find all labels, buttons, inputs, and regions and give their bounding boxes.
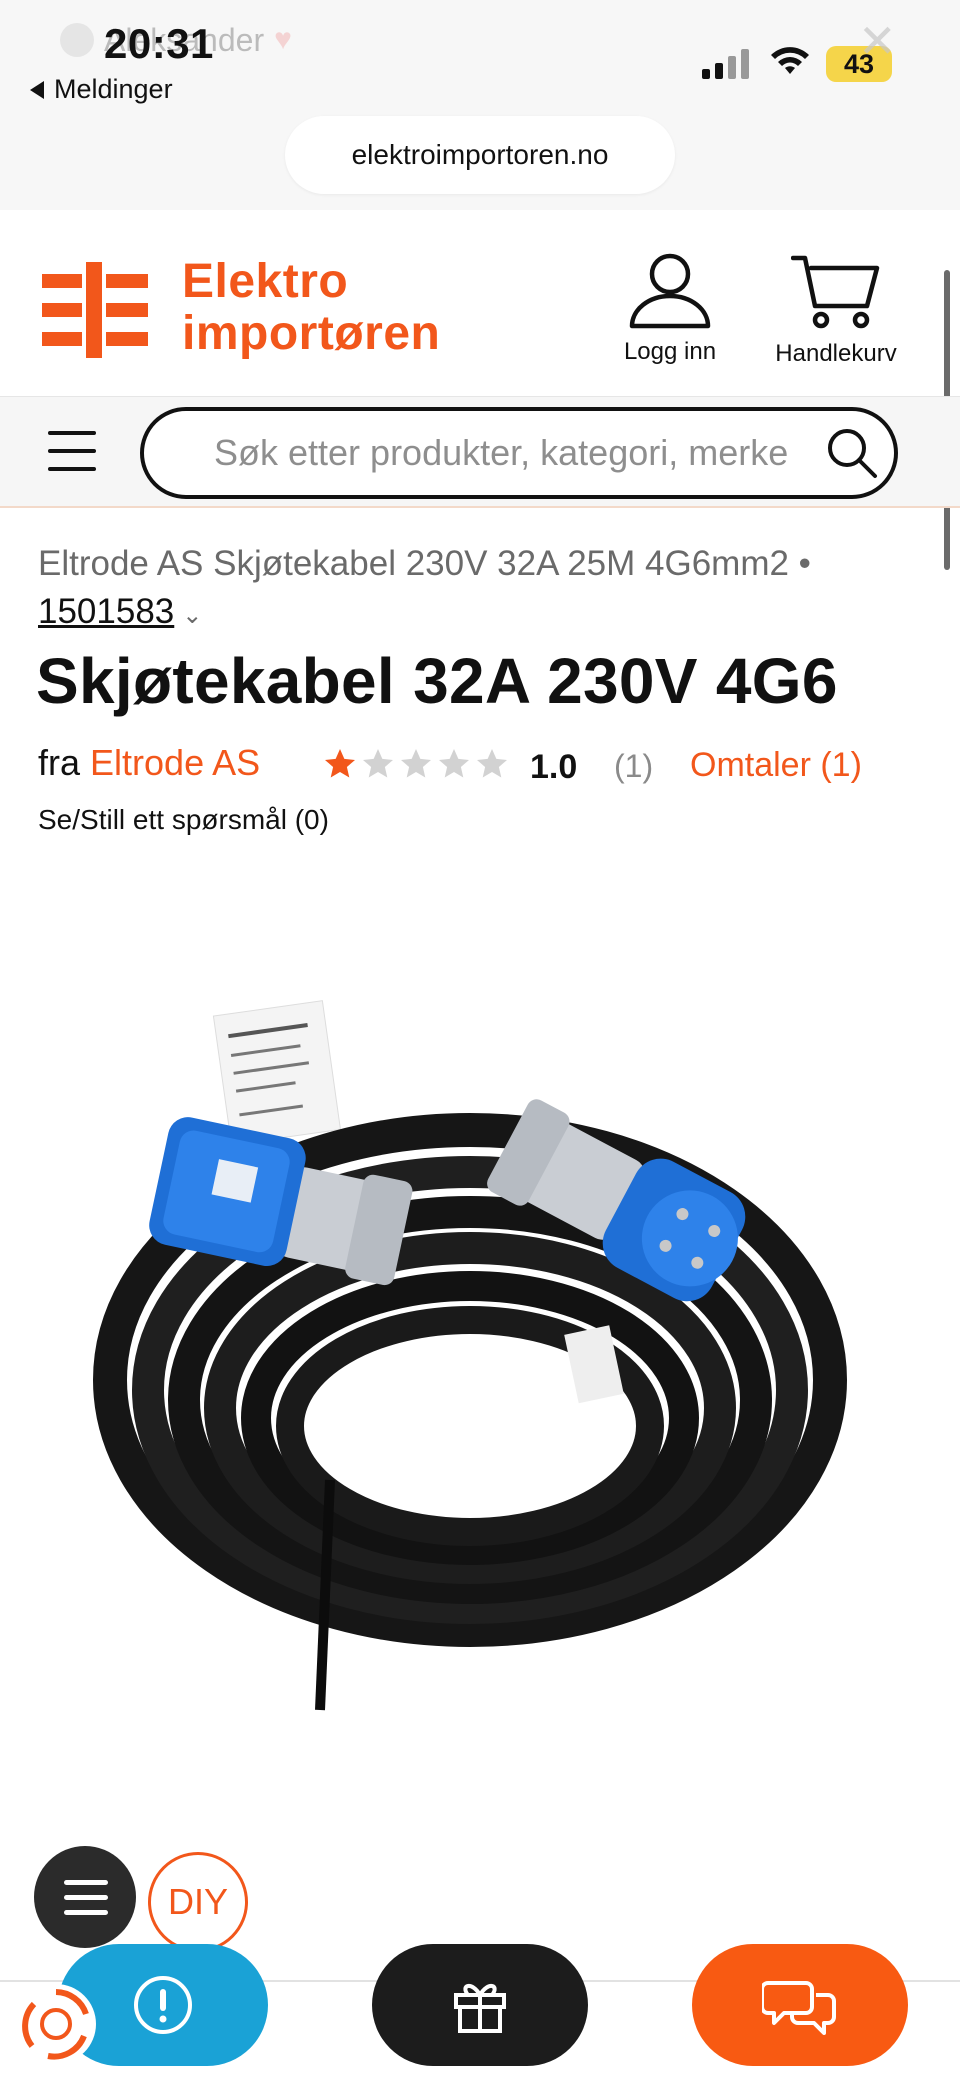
floating-menu-button[interactable] xyxy=(34,1846,136,1948)
cart-label: Handlekurv xyxy=(775,340,897,367)
back-arrow-icon xyxy=(30,80,44,99)
clock: 20:31 xyxy=(104,20,214,67)
breadcrumb-text: Eltrode AS Skjøtekabel 230V 32A 25M 4G6m… xyxy=(38,544,811,583)
recycle-icon[interactable] xyxy=(12,1980,100,2068)
chevron-down-icon[interactable]: ⌄ xyxy=(182,592,202,640)
star-icon xyxy=(325,749,355,778)
search-row: Søk etter produkter, kategori, merke xyxy=(0,396,960,508)
search-placeholder: Søk etter produkter, kategori, merke xyxy=(214,432,789,473)
star-icon xyxy=(363,749,393,778)
login-label: Logg inn xyxy=(623,338,717,365)
url-pill[interactable]: elektroimportoren.no xyxy=(285,116,675,194)
cellular-signal-icon xyxy=(702,45,749,79)
diy-button[interactable]: DIY xyxy=(148,1852,248,1952)
hamburger-icon[interactable] xyxy=(48,431,96,473)
rating-count: (1) xyxy=(614,748,654,784)
notification-avatar xyxy=(60,23,94,57)
wifi-icon xyxy=(771,47,809,74)
user-icon xyxy=(629,253,711,329)
cart-button[interactable]: Handlekurv xyxy=(772,252,900,368)
product-image[interactable] xyxy=(60,990,880,1750)
star-rating[interactable] xyxy=(322,746,510,782)
search-input[interactable]: Søk etter produkter, kategori, merke xyxy=(140,407,898,499)
status-bar: Aleksander ♥ 20:31 Meldinger 43 ✕ xyxy=(0,0,960,110)
chat-button[interactable] xyxy=(692,1944,908,2066)
chat-icon xyxy=(762,1981,836,2035)
rating-value: 1.0 xyxy=(530,748,578,786)
brand-byline: fra Eltrode AS xyxy=(38,742,260,784)
logo-wordmark[interactable]: Elektro importøren xyxy=(182,256,440,360)
logo-line-1: Elektro xyxy=(182,255,349,308)
star-icon xyxy=(439,749,469,778)
sku-link[interactable]: 1501583 xyxy=(38,592,174,631)
info-icon xyxy=(134,1976,192,2034)
reviews-link[interactable]: Omtaler (1) xyxy=(690,746,862,785)
gift-button[interactable] xyxy=(372,1944,588,2066)
ask-question-link[interactable]: Se/Still ett spørsmål (0) xyxy=(38,804,329,836)
logo-line-2: importøren xyxy=(182,307,441,360)
by-prefix: fra xyxy=(38,742,81,783)
star-icon xyxy=(477,749,507,778)
login-button[interactable]: Logg inn xyxy=(620,252,720,366)
site-header: Elektro importøren Logg inn Handlekurv xyxy=(0,210,960,396)
search-icon[interactable] xyxy=(826,427,878,479)
cart-icon xyxy=(791,255,880,329)
product-title: Skjøtekabel 32A 230V 4G6 xyxy=(36,645,838,717)
close-icon: ✕ xyxy=(858,15,897,67)
back-label: Meldinger xyxy=(54,74,173,104)
star-icon xyxy=(401,749,431,778)
gift-icon xyxy=(454,1984,506,2033)
breadcrumb: Eltrode AS Skjøtekabel 230V 32A 25M 4G6m… xyxy=(38,540,918,640)
back-to-app-button[interactable]: Meldinger xyxy=(30,74,173,105)
brand-link[interactable]: Eltrode AS xyxy=(90,742,260,783)
logo-mark-icon[interactable] xyxy=(42,262,148,358)
heart-icon: ♥ xyxy=(274,23,292,56)
